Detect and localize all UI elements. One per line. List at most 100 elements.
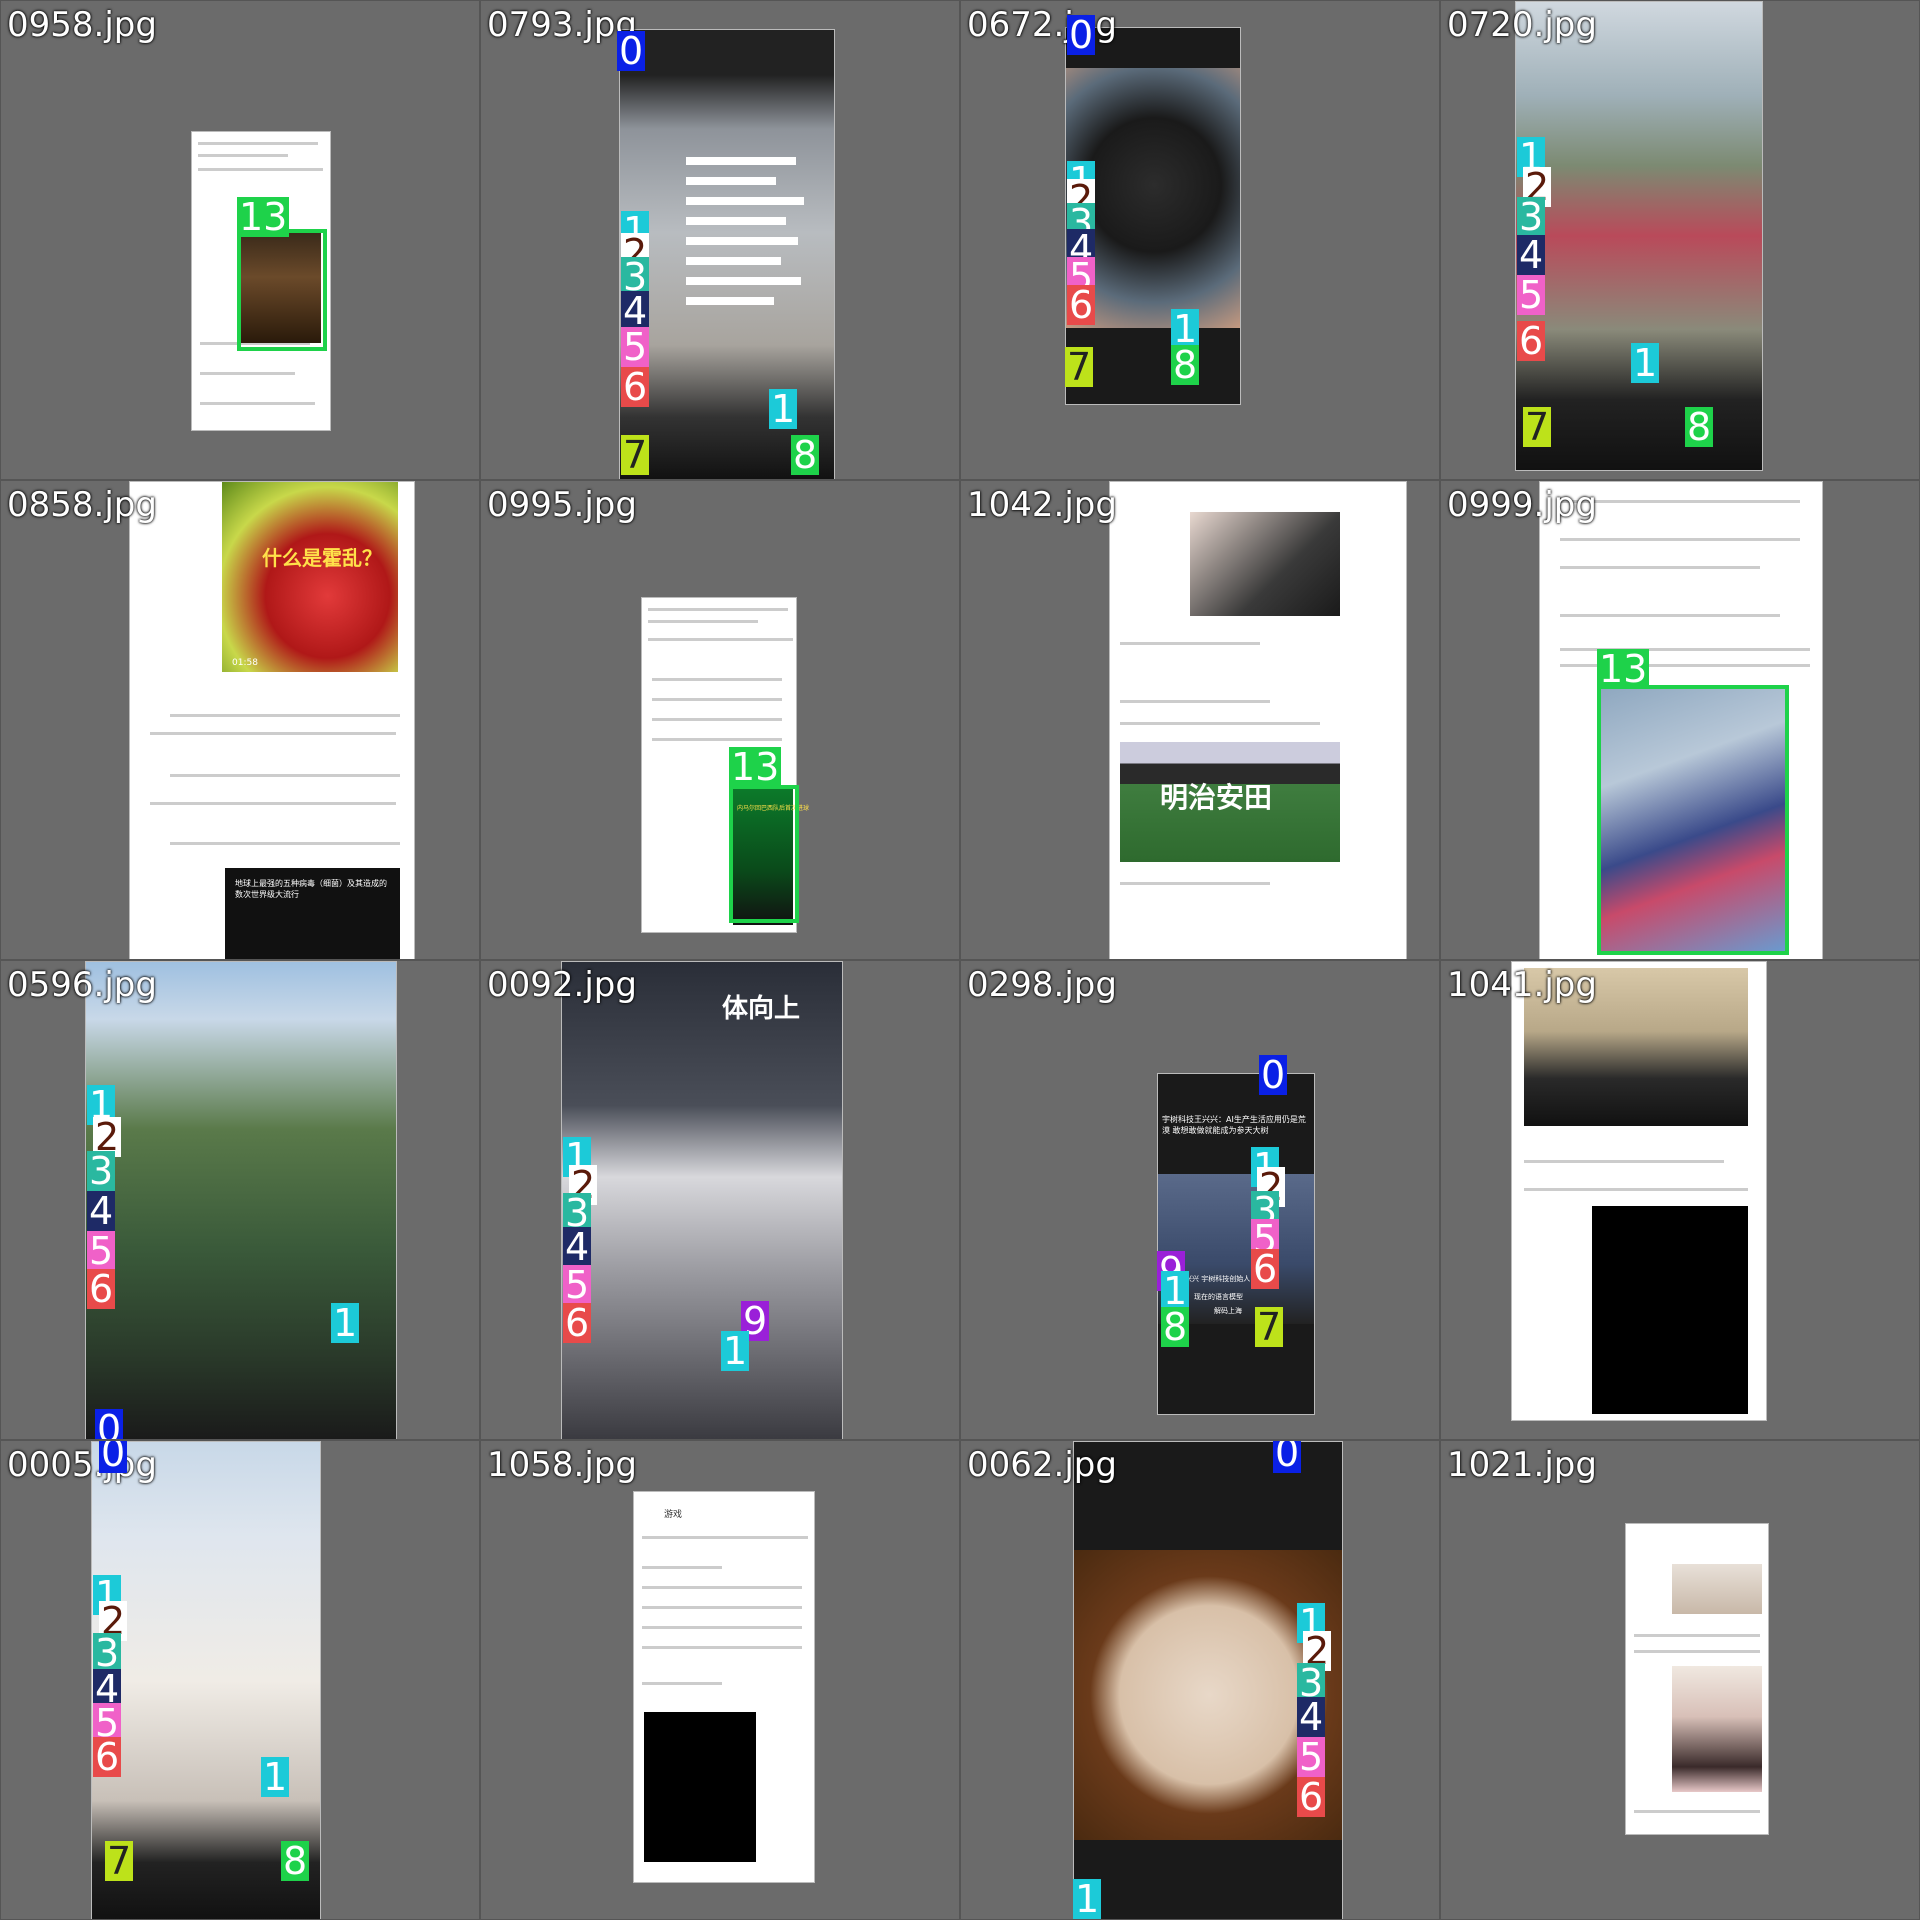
video-card[interactable]: 地球上最强的五种病毒（细菌）及其造成的数次世界级大流行 [225, 868, 400, 959]
badge-0: 0 [1067, 13, 1096, 57]
badge-5: 5 [87, 1229, 116, 1273]
tile-label: 1021.jpg [1447, 1445, 1597, 1485]
tile-label: 0005.jpg [7, 1445, 157, 1485]
tile-0062[interactable]: 0062.jpg 0 1 2 3 4 5 6 1 [960, 1440, 1440, 1920]
phone-screenshot [1515, 1, 1763, 471]
badge-5: 5 [1297, 1735, 1326, 1779]
video-duration: 01:58 [232, 658, 258, 668]
badge-13: 13 [1597, 647, 1650, 691]
badge-8: 8 [1685, 405, 1714, 449]
portrait-image[interactable] [1672, 1666, 1762, 1792]
badge-0: 0 [617, 29, 646, 73]
tile-0793[interactable]: 0793.jpg 0 1 2 3 4 5 6 1 7 8 [480, 0, 960, 480]
badge-1: 1 [261, 1755, 290, 1799]
tile-label: 1042.jpg [967, 485, 1117, 525]
badge-6: 6 [87, 1267, 116, 1311]
tile-label: 1058.jpg [487, 1445, 637, 1485]
badge-0: 0 [95, 1409, 124, 1439]
badge-8: 8 [1161, 1305, 1190, 1349]
video-card-title: 地球上最强的五种病毒（细菌）及其造成的数次世界级大流行 [235, 879, 387, 899]
video-title: 什么是霍乱？ [262, 546, 382, 570]
tile-0298[interactable]: 0298.jpg 宇树科技王兴兴：AI生产生活应用仍是荒漠 敢想敢做就能成为参天… [960, 960, 1440, 1440]
logo-text: 解码上海 [1214, 1307, 1242, 1315]
badge-1: 1 [1073, 1877, 1102, 1920]
soccer-image[interactable]: 明治安田 [1120, 742, 1340, 862]
tile-1042[interactable]: 1042.jpg 明治安田 [960, 480, 1440, 960]
badge-7: 7 [1523, 405, 1552, 449]
badge-4: 4 [87, 1189, 116, 1233]
phone-screenshot [85, 961, 397, 1439]
image-card[interactable] [1190, 512, 1340, 616]
badge-1: 1 [331, 1301, 360, 1345]
tile-0596[interactable]: 0596.jpg 1 2 3 4 5 6 1 0 [0, 960, 480, 1440]
badge-6: 6 [1251, 1247, 1280, 1291]
badge-13: 13 [237, 195, 290, 239]
highlight-frame [1597, 685, 1789, 955]
badge-8: 8 [791, 433, 820, 477]
tile-0999[interactable]: 0999.jpg 13 [1440, 480, 1920, 960]
tile-0995[interactable]: 0995.jpg 内马尔回巴西队后首次进球 13 [480, 480, 960, 960]
badge-6: 6 [621, 365, 650, 409]
video-placeholder[interactable] [644, 1712, 756, 1862]
badge-1: 1 [721, 1329, 750, 1373]
tile-0958[interactable]: 0958.jpg 13 [0, 0, 480, 480]
badge-5: 5 [1517, 273, 1546, 317]
text-overlay [686, 151, 806, 321]
badge-4: 4 [1297, 1695, 1326, 1739]
tile-1021[interactable]: 1021.jpg [1440, 1440, 1920, 1920]
phone-screenshot: 宇树科技王兴兴：AI生产生活应用仍是荒漠 敢想敢做就能成为参天大树 王兴兴 宇树… [1157, 1073, 1315, 1415]
badge-7: 7 [1065, 345, 1094, 389]
tile-label: 0092.jpg [487, 965, 637, 1005]
badge-5: 5 [563, 1263, 592, 1307]
tile-label: 0298.jpg [967, 965, 1117, 1005]
video-caption: 体向上 [722, 994, 801, 1024]
badge-4: 4 [1517, 233, 1546, 277]
video-placeholder[interactable] [1592, 1206, 1748, 1414]
phone-screenshot: 体向上 [561, 961, 843, 1439]
news-title: 宇树科技王兴兴：AI生产生活应用仍是荒漠 敢想敢做就能成为参天大树 [1162, 1115, 1306, 1135]
phone-screenshot: 游戏 [633, 1491, 815, 1883]
tile-label: 0596.jpg [7, 965, 157, 1005]
badge-6: 6 [1517, 319, 1546, 363]
phone-screenshot: 什么是霍乱？ 01:58 地球上最强的五种病毒（细菌）及其造成的数次世界级大流行 [129, 481, 415, 959]
image-card[interactable] [1672, 1564, 1762, 1614]
badge-1: 1 [1631, 341, 1660, 385]
tile-label: 0995.jpg [487, 485, 637, 525]
tile-label: 1041.jpg [1447, 965, 1597, 1005]
badge-1: 1 [769, 387, 798, 431]
badge-0: 0 [99, 1441, 128, 1473]
tile-0858[interactable]: 0858.jpg 什么是霍乱？ 01:58 地球上最强的五种病毒（细菌）及其造成… [0, 480, 480, 960]
badge-5: 5 [621, 325, 650, 369]
tile-label: 0999.jpg [1447, 485, 1597, 525]
tile-0005[interactable]: 0005.jpg 0 1 2 3 4 5 6 1 7 8 [0, 1440, 480, 1920]
badge-6: 6 [1297, 1775, 1326, 1819]
tile-0672[interactable]: 0672.jpg 0 1 2 3 4 5 6 1 7 8 [960, 0, 1440, 480]
phone-screenshot [1511, 961, 1767, 1421]
badge-3: 3 [87, 1149, 116, 1193]
tile-0720[interactable]: 0720.jpg 1 2 3 4 5 6 1 7 8 [1440, 0, 1920, 480]
tile-1041[interactable]: 1041.jpg [1440, 960, 1920, 1440]
badge-3: 3 [1517, 195, 1546, 239]
phone-screenshot: 明治安田 [1109, 481, 1407, 959]
badge-13: 13 [729, 745, 782, 789]
tile-label: 0062.jpg [967, 1445, 1117, 1485]
tile-label: 0958.jpg [7, 5, 157, 45]
badge-4: 4 [563, 1225, 592, 1269]
highlight-frame [729, 785, 799, 923]
badge-7: 7 [1255, 1305, 1284, 1349]
tile-label: 0858.jpg [7, 485, 157, 525]
tile-0092[interactable]: 0092.jpg 体向上 1 2 3 4 5 6 9 1 [480, 960, 960, 1440]
tile-label: 0793.jpg [487, 5, 637, 45]
badge-8: 8 [1171, 343, 1200, 387]
phone-screenshot [1625, 1523, 1769, 1835]
sponsor-sign: 明治安田 [1160, 781, 1273, 814]
video-thumbnail[interactable]: 什么是霍乱？ 01:58 [222, 482, 398, 672]
badge-6: 6 [93, 1735, 122, 1779]
screenshot-grid: 0958.jpg 13 0793.jpg 0 1 2 3 4 5 6 1 7 8… [0, 0, 1920, 1920]
badge-6: 6 [563, 1301, 592, 1345]
badge-8: 8 [281, 1839, 310, 1883]
search-query[interactable]: 游戏 [664, 1510, 682, 1521]
badge-7: 7 [105, 1839, 134, 1883]
tile-1058[interactable]: 1058.jpg 游戏 [480, 1440, 960, 1920]
subtitle-text: 现在的语言模型 [1194, 1293, 1243, 1301]
